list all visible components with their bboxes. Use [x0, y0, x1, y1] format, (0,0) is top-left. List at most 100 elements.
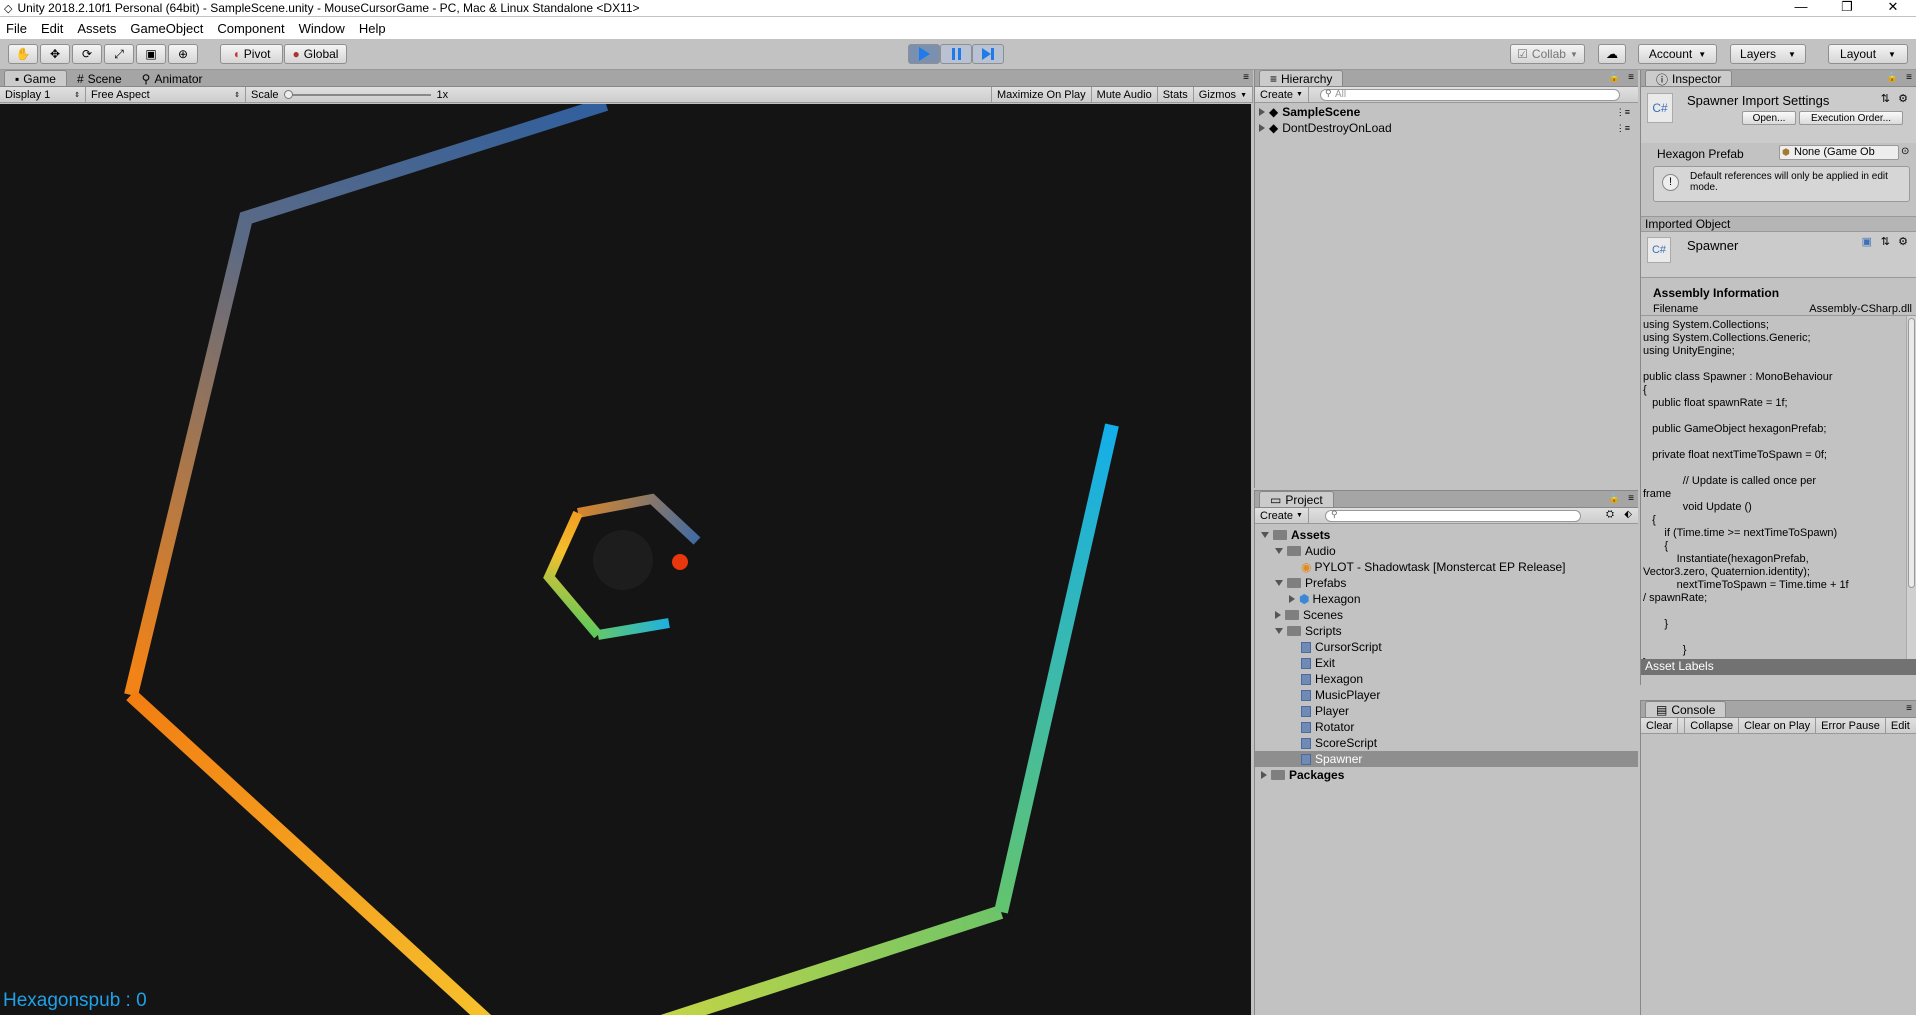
- pause-button[interactable]: [940, 44, 972, 64]
- tree-script[interactable]: CursorScript: [1261, 639, 1638, 655]
- console-clear-on-play-toggle[interactable]: Clear on Play: [1739, 718, 1817, 733]
- rect-tool-button[interactable]: ▣: [136, 44, 166, 64]
- collab-dropdown[interactable]: ☑ Collab ▼: [1510, 44, 1585, 64]
- pivot-toggle[interactable]: ◖ Pivot: [220, 44, 283, 64]
- tab-inspector[interactable]: ⓘ Inspector: [1645, 70, 1733, 87]
- step-button[interactable]: [972, 44, 1004, 64]
- scene-menu-icon[interactable]: ⋮≡: [1616, 120, 1630, 136]
- panel-menu-icon[interactable]: ≡: [1628, 493, 1634, 504]
- menu-help[interactable]: Help: [359, 21, 386, 36]
- expand-arrow-icon[interactable]: [1275, 548, 1283, 554]
- hierarchy-search-input[interactable]: All: [1320, 89, 1620, 101]
- minimize-button[interactable]: —: [1778, 0, 1824, 14]
- settings-sliders-icon[interactable]: ⇅: [1881, 92, 1890, 105]
- aspect-dropdown[interactable]: Free Aspect ⇕: [86, 87, 246, 102]
- tree-folder-scripts[interactable]: Scripts: [1261, 623, 1638, 639]
- gear-icon[interactable]: ⚙: [1898, 235, 1908, 248]
- asset-labels-bar[interactable]: Asset Labels: [1641, 659, 1916, 675]
- maximize-on-play-toggle[interactable]: Maximize On Play: [991, 87, 1092, 103]
- code-scrollbar[interactable]: [1906, 316, 1916, 659]
- expand-arrow-icon[interactable]: [1275, 580, 1283, 586]
- expand-arrow-icon[interactable]: [1275, 628, 1283, 634]
- layers-dropdown[interactable]: Layers ▼: [1730, 44, 1806, 64]
- console-error-pause-toggle[interactable]: Error Pause: [1816, 718, 1886, 733]
- lock-icon[interactable]: 🔒: [1609, 72, 1620, 83]
- scale-slider[interactable]: [283, 89, 431, 99]
- tree-script[interactable]: Rotator: [1261, 719, 1638, 735]
- tree-script[interactable]: Hexagon: [1261, 671, 1638, 687]
- tree-prefab-hexagon[interactable]: ⬢ Hexagon: [1261, 591, 1638, 607]
- tree-folder-audio[interactable]: Audio: [1261, 543, 1638, 559]
- transform-tool-button[interactable]: ⊕: [168, 44, 198, 64]
- filter-label-icon[interactable]: ⬖: [1624, 509, 1632, 520]
- tree-folder-scenes[interactable]: Scenes: [1261, 607, 1638, 623]
- game-viewport[interactable]: Hexagonspub : 0: [0, 104, 1251, 1015]
- maximize-button[interactable]: ❐: [1824, 0, 1870, 14]
- menu-edit[interactable]: Edit: [41, 21, 63, 36]
- tab-game[interactable]: ▪ Game: [4, 70, 67, 86]
- project-search-input[interactable]: [1325, 510, 1581, 522]
- cloud-button[interactable]: ☁: [1598, 44, 1626, 64]
- stats-toggle[interactable]: Stats: [1158, 87, 1194, 103]
- filter-type-icon[interactable]: ⛭: [1606, 509, 1614, 520]
- tree-script[interactable]: MusicPlayer: [1261, 687, 1638, 703]
- project-create-dropdown[interactable]: Create ▼: [1255, 508, 1309, 523]
- expand-arrow-icon[interactable]: [1261, 771, 1267, 779]
- menu-file[interactable]: File: [6, 21, 27, 36]
- gear-icon[interactable]: ⚙: [1898, 92, 1908, 105]
- menu-window[interactable]: Window: [299, 21, 345, 36]
- hand-tool-button[interactable]: ✋: [8, 44, 38, 64]
- object-field[interactable]: None (Game Ob: [1779, 145, 1899, 160]
- layout-dropdown[interactable]: Layout ▼: [1828, 44, 1908, 64]
- rotate-tool-button[interactable]: ⟳: [72, 44, 102, 64]
- menu-gameobject[interactable]: GameObject: [130, 21, 203, 36]
- panel-menu-icon[interactable]: ≡: [1906, 72, 1912, 83]
- expand-arrow-icon[interactable]: [1289, 595, 1295, 603]
- object-picker-icon[interactable]: ⊙: [1901, 146, 1909, 157]
- account-dropdown[interactable]: Account ▼: [1638, 44, 1717, 64]
- tree-script-selected[interactable]: Spawner: [1255, 751, 1638, 767]
- gizmos-dropdown[interactable]: Gizmos ▼: [1194, 87, 1253, 103]
- tree-script[interactable]: Exit: [1261, 655, 1638, 671]
- tree-file-audio[interactable]: ◉ PYLOT - Shadowtask [Monstercat EP Relea…: [1261, 559, 1638, 575]
- lock-icon[interactable]: 🔒: [1609, 493, 1620, 504]
- console-collapse-toggle[interactable]: Collapse: [1684, 718, 1740, 733]
- settings-sliders-icon[interactable]: ⇅: [1881, 235, 1890, 248]
- tab-console[interactable]: ▤ Console: [1645, 701, 1727, 717]
- expand-arrow-icon[interactable]: [1261, 532, 1269, 538]
- open-button[interactable]: Open...: [1742, 111, 1796, 125]
- lock-icon[interactable]: 🔒: [1887, 72, 1898, 83]
- play-button[interactable]: [908, 44, 940, 64]
- tree-script[interactable]: ScoreScript: [1261, 735, 1638, 751]
- tab-animator[interactable]: ⚲ Animator: [132, 70, 213, 86]
- hierarchy-create-dropdown[interactable]: Create ▼: [1255, 87, 1309, 102]
- scale-tool-button[interactable]: ⤢: [104, 44, 134, 64]
- close-button[interactable]: ✕: [1870, 0, 1916, 14]
- tree-folder-packages[interactable]: Packages: [1261, 767, 1638, 783]
- menu-component[interactable]: Component: [217, 21, 284, 36]
- scrollbar-thumb[interactable]: [1908, 318, 1915, 588]
- mute-audio-toggle[interactable]: Mute Audio: [1092, 87, 1158, 103]
- tree-script[interactable]: Player: [1261, 703, 1638, 719]
- expand-arrow-icon[interactable]: [1275, 611, 1281, 619]
- console-editor-dropdown[interactable]: Edit: [1886, 718, 1915, 733]
- panel-menu-icon[interactable]: ≡: [1906, 703, 1912, 714]
- hierarchy-item-samplescene[interactable]: ◆ SampleScene ⋮≡: [1259, 104, 1638, 120]
- panel-menu-icon[interactable]: ≡: [1243, 72, 1249, 83]
- tree-folder-prefabs[interactable]: Prefabs: [1261, 575, 1638, 591]
- scale-slider-handle[interactable]: [283, 89, 293, 99]
- tree-folder-assets[interactable]: Assets: [1261, 527, 1638, 543]
- panel-menu-icon[interactable]: ≡: [1628, 72, 1634, 83]
- tab-scene[interactable]: # Scene: [67, 70, 132, 86]
- move-tool-button[interactable]: ✥: [40, 44, 70, 64]
- expand-arrow-icon[interactable]: [1259, 108, 1265, 116]
- menu-assets[interactable]: Assets: [77, 21, 116, 36]
- display-dropdown[interactable]: Display 1 ⇕: [0, 87, 86, 102]
- execution-order-button[interactable]: Execution Order...: [1799, 111, 1903, 125]
- expand-arrow-icon[interactable]: [1259, 124, 1265, 132]
- console-clear-button[interactable]: Clear: [1641, 718, 1679, 733]
- tab-hierarchy[interactable]: ≡ Hierarchy: [1259, 70, 1344, 86]
- tab-project[interactable]: ▭ Project: [1259, 491, 1334, 507]
- scene-menu-icon[interactable]: ⋮≡: [1616, 104, 1630, 120]
- hierarchy-item-dontdestroy[interactable]: ◆ DontDestroyOnLoad ⋮≡: [1259, 120, 1638, 136]
